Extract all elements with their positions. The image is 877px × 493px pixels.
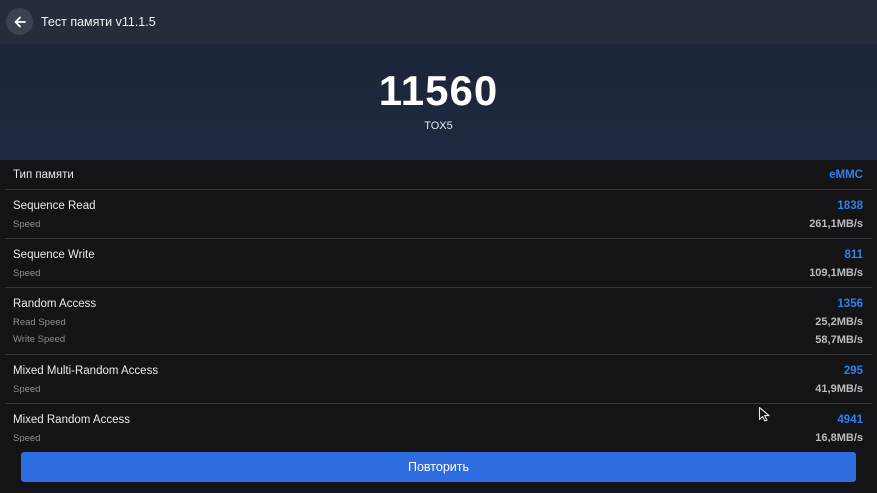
device-name: TOX5 [424, 120, 453, 132]
row-label: Random Access [13, 298, 97, 310]
row-subvalue: 58,7MB/s [815, 334, 863, 346]
results-list[interactable]: Тип памяти eMMC Sequence Read 1838 Speed… [0, 160, 877, 442]
app-bar: Тест памяти v11.1.5 [0, 0, 877, 44]
row-subvalue: 261,1MB/s [809, 218, 863, 230]
row-value: 1356 [837, 298, 863, 310]
row-label: Sequence Read [13, 200, 96, 212]
list-item-sequence-read: Sequence Read 1838 Speed 261,1MB/s [5, 190, 872, 239]
row-value: 295 [843, 365, 863, 377]
row-label: Mixed Random Access [13, 414, 130, 426]
score-panel: 11560 TOX5 [0, 44, 877, 160]
row-value: 4941 [837, 414, 863, 426]
row-sublabel: Write Speed [13, 334, 66, 345]
row-sublabel: Speed [13, 433, 41, 442]
row-label: Sequence Write [13, 249, 95, 261]
row-sublabel: Speed [13, 384, 41, 395]
row-sublabel: Speed [13, 219, 41, 230]
row-value: eMMC [829, 169, 863, 181]
list-item-random-access: Random Access 1356 Read Speed 25,2MB/s W… [5, 288, 872, 355]
footer: Повторить [0, 442, 877, 493]
list-item-memory-type: Тип памяти eMMC [5, 160, 872, 190]
mouse-pointer-icon [758, 406, 772, 427]
list-item-mixed-multi-random: Mixed Multi-Random Access 295 Speed 41,9… [5, 355, 872, 404]
arrow-left-icon [14, 16, 26, 27]
row-subvalue: 41,9MB/s [815, 383, 863, 395]
list-item-sequence-write: Sequence Write 811 Speed 109,1MB/s [5, 239, 872, 288]
row-value: 1838 [837, 200, 863, 212]
list-item-mixed-random: Mixed Random Access 4941 Speed 16,8MB/s [5, 404, 872, 442]
row-subvalue: 16,8MB/s [815, 432, 863, 442]
row-subvalue: 109,1MB/s [809, 267, 863, 279]
row-label: Тип памяти [13, 169, 74, 181]
page-title: Тест памяти v11.1.5 [41, 15, 156, 29]
total-score: 11560 [378, 67, 499, 114]
row-sublabel: Read Speed [13, 317, 66, 328]
repeat-button[interactable]: Повторить [21, 452, 856, 482]
row-label: Mixed Multi-Random Access [13, 365, 159, 377]
row-sublabel: Speed [13, 268, 41, 279]
row-value: 811 [844, 249, 863, 261]
row-subvalue: 25,2MB/s [815, 316, 863, 328]
back-button[interactable] [6, 8, 33, 35]
